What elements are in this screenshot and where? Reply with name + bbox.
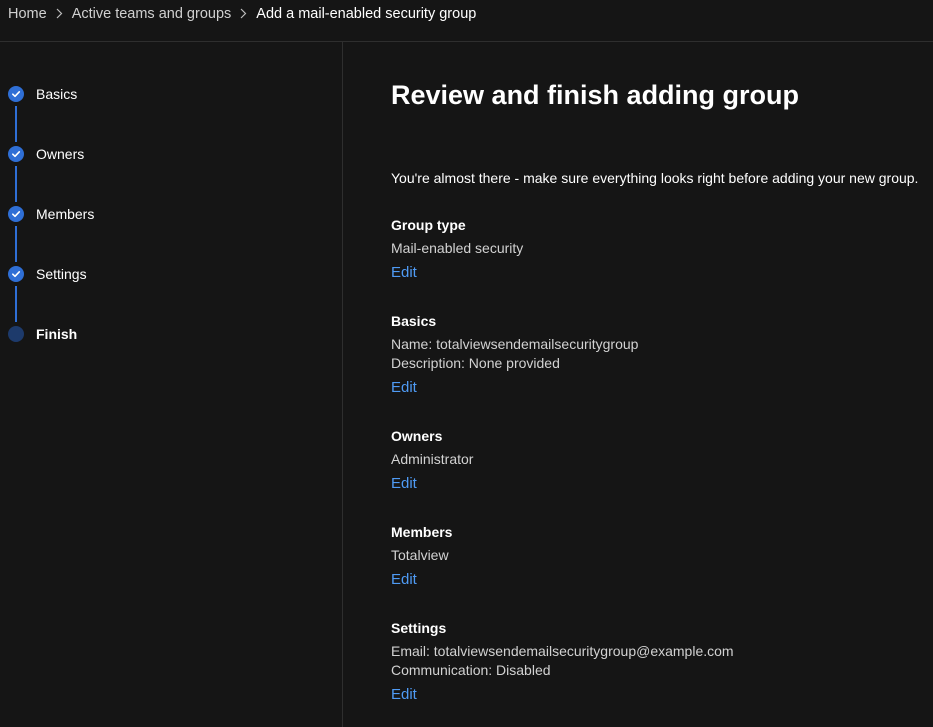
step-connector xyxy=(15,286,17,322)
breadcrumb-home-link[interactable]: Home xyxy=(8,6,47,22)
edit-group-type-link[interactable]: Edit xyxy=(391,264,417,281)
intro-text: You're almost there - make sure everythi… xyxy=(391,170,919,186)
breadcrumb-active-teams-link[interactable]: Active teams and groups xyxy=(72,6,232,22)
breadcrumb: Home Active teams and groups Add a mail-… xyxy=(0,0,933,42)
section-value: Communication: Disabled xyxy=(391,662,551,678)
checkmark-icon xyxy=(8,266,24,282)
section-value: Totalview xyxy=(391,547,449,563)
wizard-step-label: Settings xyxy=(36,266,87,282)
section-value: Description: None provided xyxy=(391,355,560,371)
wizard-step-finish: Finish xyxy=(8,324,77,344)
edit-owners-link[interactable]: Edit xyxy=(391,475,417,492)
review-section-basics: Basics Name: totalviewsendemailsecurityg… xyxy=(391,311,638,397)
current-step-dot-icon xyxy=(8,326,24,342)
checkmark-icon xyxy=(8,206,24,222)
edit-basics-link[interactable]: Edit xyxy=(391,379,417,396)
step-connector xyxy=(15,106,17,142)
review-section-owners: Owners Administrator Edit xyxy=(391,426,473,493)
review-section-members: Members Totalview Edit xyxy=(391,522,452,589)
review-section-group-type: Group type Mail-enabled security Edit xyxy=(391,215,523,282)
wizard-step-members[interactable]: Members xyxy=(8,204,94,224)
section-value: Name: totalviewsendemailsecuritygroup xyxy=(391,336,639,352)
page-title: Review and finish adding group xyxy=(391,80,800,110)
section-value: Administrator xyxy=(391,451,474,467)
section-title: Owners xyxy=(391,428,443,444)
wizard-step-label: Members xyxy=(36,206,95,222)
section-title: Members xyxy=(391,524,453,540)
wizard-step-label: Owners xyxy=(36,146,85,162)
step-connector xyxy=(15,226,17,262)
section-title: Group type xyxy=(391,217,466,233)
wizard-step-label: Basics xyxy=(36,86,78,102)
section-title: Settings xyxy=(391,620,447,636)
section-value: Email: totalviewsendemailsecuritygroup@e… xyxy=(391,643,734,659)
wizard-step-settings[interactable]: Settings xyxy=(8,264,87,284)
chevron-right-icon xyxy=(240,8,247,19)
wizard-step-owners[interactable]: Owners xyxy=(8,144,84,164)
checkmark-icon xyxy=(8,146,24,162)
step-connector xyxy=(15,166,17,202)
section-title: Basics xyxy=(391,313,437,329)
breadcrumb-current-page: Add a mail-enabled security group xyxy=(256,5,477,22)
edit-members-link[interactable]: Edit xyxy=(391,571,417,588)
review-section-settings: Settings Email: totalviewsendemailsecuri… xyxy=(391,618,734,704)
section-value: Mail-enabled security xyxy=(391,240,524,256)
wizard-step-basics[interactable]: Basics xyxy=(8,84,77,104)
edit-settings-link[interactable]: Edit xyxy=(391,686,417,703)
chevron-right-icon xyxy=(56,8,63,19)
wizard-steps-sidebar: Basics Owners Members Settings Finish xyxy=(0,42,343,727)
checkmark-icon xyxy=(8,86,24,102)
wizard-step-label: Finish xyxy=(36,326,78,342)
